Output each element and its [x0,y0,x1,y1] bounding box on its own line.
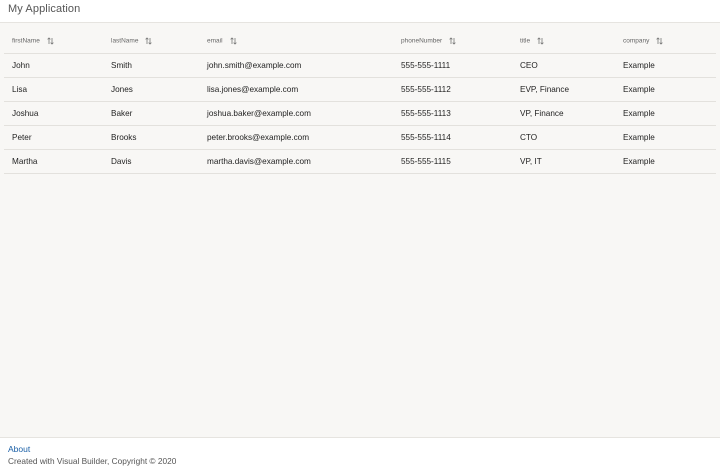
cell-email: john.smith@example.com [199,53,393,78]
cell-lastname: Jones [103,77,199,102]
cell-title: EVP, Finance [512,77,615,102]
table-row[interactable]: Martha Davis martha.davis@example.com 55… [4,149,716,174]
sort-arrows-icon[interactable] [537,37,544,45]
table-row[interactable]: Joshua Baker joshua.baker@example.com 55… [4,101,716,126]
column-header-lastname[interactable]: lastName [103,29,199,54]
cell-title: VP, IT [512,149,615,174]
column-header-email[interactable]: email [199,29,393,54]
cell-title: CEO [512,53,615,78]
column-label: title [520,37,531,45]
column-label: company [623,37,650,45]
about-link[interactable]: About [8,444,30,454]
cell-company: Example [615,149,716,174]
cell-company: Example [615,101,716,126]
table-row[interactable]: Peter Brooks peter.brooks@example.com 55… [4,125,716,150]
app-window: My Application firstName lastName email … [0,0,720,466]
main-content: firstName lastName email phoneNumber tit… [0,23,720,437]
sort-arrows-icon[interactable] [656,37,664,45]
cell-firstname: Peter [4,125,103,150]
cell-phonenumber: 555-555-1114 [393,125,512,150]
cell-phonenumber: 555-555-1113 [393,101,512,126]
cell-email: peter.brooks@example.com [199,125,393,150]
cell-company: Example [615,53,716,78]
column-label: email [207,37,223,45]
cell-phonenumber: 555-555-1111 [393,53,512,78]
cell-title: CTO [512,125,615,150]
column-header-title[interactable]: title [512,29,615,54]
cell-title: VP, Finance [512,101,615,126]
cell-firstname: Lisa [4,77,103,102]
sort-arrows-icon[interactable] [229,37,237,45]
cell-email: lisa.jones@example.com [199,77,393,102]
sort-arrows-icon[interactable] [47,37,54,45]
cell-phonenumber: 555-555-1115 [393,149,512,174]
sort-arrows-icon[interactable] [449,37,456,45]
cell-email: joshua.baker@example.com [199,101,393,126]
column-header-phonenumber[interactable]: phoneNumber [393,29,512,54]
table-row[interactable]: John Smith john.smith@example.com 555-55… [4,53,716,78]
column-label: lastName [111,37,139,45]
app-footer: About Created with Visual Builder, Copyr… [0,437,720,466]
table-row[interactable]: Lisa Jones lisa.jones@example.com 555-55… [4,77,716,102]
app-header: My Application [0,0,720,23]
cell-lastname: Baker [103,101,199,126]
sort-arrows-icon[interactable] [145,37,153,45]
cell-firstname: Joshua [4,101,103,126]
cell-company: Example [615,125,716,150]
column-label: phoneNumber [401,37,443,45]
cell-firstname: John [4,53,103,78]
cell-company: Example [615,77,716,102]
table-header-row: firstName lastName email phoneNumber tit… [4,29,716,54]
column-label: firstName [12,37,40,45]
app-title: My Application [8,3,81,15]
copyright-text: Created with Visual Builder, Copyright ©… [8,456,177,466]
cell-lastname: Davis [103,149,199,174]
cell-lastname: Brooks [103,125,199,150]
cell-lastname: Smith [103,53,199,78]
data-table: firstName lastName email phoneNumber tit… [4,29,716,174]
column-header-firstname[interactable]: firstName [4,29,103,54]
column-header-company[interactable]: company [615,29,716,54]
cell-firstname: Martha [4,149,103,174]
cell-email: martha.davis@example.com [199,149,393,174]
cell-phonenumber: 555-555-1112 [393,77,512,102]
